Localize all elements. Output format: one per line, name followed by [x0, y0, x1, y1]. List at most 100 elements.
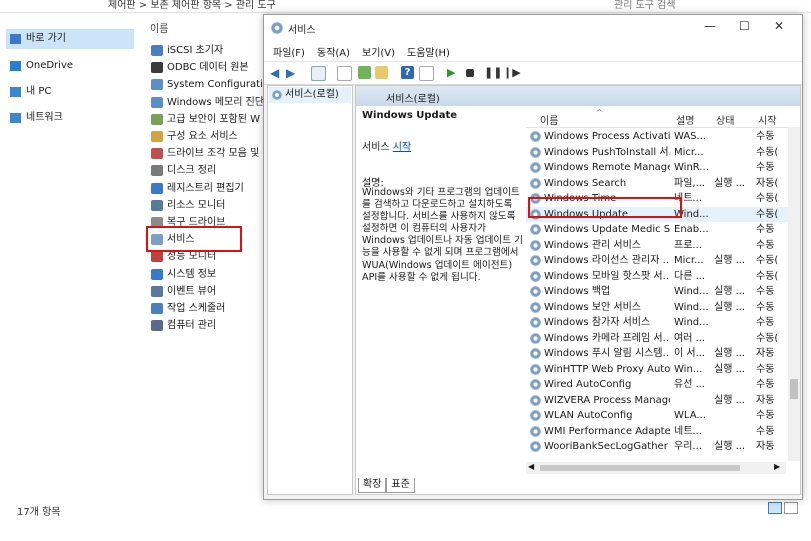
file-item[interactable]: 디스크 정리	[149, 162, 269, 179]
file-item-label: 레지스트리 편집기	[167, 182, 244, 194]
pause-service-icon[interactable]: ❚❚	[484, 66, 502, 79]
breadcrumb[interactable]: 제어판 > 보존 제어판 항목 > 관리 도구	[108, 0, 276, 11]
console-icon[interactable]	[419, 66, 434, 81]
service-status: 실행 ...	[714, 177, 746, 189]
service-name: Windows Process Activatio...	[544, 131, 670, 142]
file-item[interactable]: 구성 요소 서비스	[149, 128, 269, 145]
start-service-link[interactable]: 시작	[393, 142, 411, 153]
service-row[interactable]: Windows 보안 서비스 Wind... 실행 ... 수동	[526, 300, 788, 315]
file-item[interactable]: 레지스트리 편집기	[149, 180, 269, 197]
menu-help[interactable]: 도움말(H)	[407, 44, 450, 59]
file-item[interactable]: ODBC 데이터 원본	[149, 59, 269, 76]
help-icon[interactable]: ?	[401, 66, 414, 79]
nav-item-3[interactable]: 네트워크	[6, 108, 134, 128]
file-item[interactable]: System Configuration	[149, 76, 269, 93]
service-row[interactable]: WIZVERA Process Manager... 실행 ... 자동	[526, 393, 788, 408]
scroll-left-icon[interactable]: ◀	[528, 462, 534, 471]
maximize-icon[interactable]: ☐	[739, 19, 750, 33]
forward-icon[interactable]: ▶	[286, 66, 299, 80]
file-item[interactable]: 리소스 모니터	[149, 197, 269, 214]
export-icon[interactable]	[375, 66, 388, 79]
tree-item-services-local[interactable]: 서비스(로컬)	[269, 87, 351, 103]
service-gear-icon	[530, 410, 541, 421]
stop-service-icon[interactable]	[466, 69, 474, 77]
service-row[interactable]: Windows 라이선스 관리자 ... Micr... 실행 ... 수동(	[526, 253, 788, 268]
service-row[interactable]: Windows 모바일 핫스팟 서... 다른 ... 수동(	[526, 269, 788, 284]
column-name[interactable]: 이름	[540, 112, 558, 127]
vertical-scrollbar[interactable]	[788, 127, 800, 461]
horizontal-scrollbar[interactable]: ◀ ▶	[526, 462, 786, 474]
service-description: 파일,...	[674, 177, 706, 189]
file-item[interactable]: 작업 스케줄러	[149, 300, 269, 317]
refresh-icon[interactable]	[358, 66, 371, 79]
menu-file[interactable]: 파일(F)	[273, 44, 305, 59]
file-item[interactable]: 고급 보안이 포함된 W	[149, 111, 269, 128]
service-description: Wind...	[674, 286, 709, 297]
service-row[interactable]: WMI Performance Adapter 네트... 수동	[526, 424, 788, 439]
menu-action[interactable]: 동작(A)	[317, 44, 350, 59]
search-input[interactable]: 관리 도구 검색	[614, 0, 676, 11]
service-row[interactable]: Windows PushToInstall 서... Micr... 수동(	[526, 145, 788, 160]
file-item-label: 컴퓨터 관리	[167, 320, 217, 332]
properties-icon[interactable]	[337, 66, 352, 81]
column-description[interactable]: 설명	[676, 112, 694, 127]
service-startup-type: 수동(	[756, 208, 779, 220]
service-row[interactable]: WooriBankSecLogGather 우리... 실행 ... 자동	[526, 439, 788, 454]
service-row[interactable]: Windows Remote Manage... WinR... 수동	[526, 160, 788, 175]
service-row[interactable]: Windows 백업 Wind... 실행 ... 수동	[526, 284, 788, 299]
large-icons-view-icon[interactable]	[784, 502, 798, 514]
show-tree-icon[interactable]	[311, 66, 326, 81]
service-name: Windows 백업	[544, 286, 611, 297]
file-item[interactable]: Windows 메모리 진단	[149, 94, 269, 111]
service-row[interactable]: WLAN AutoConfig WLA... 수동	[526, 408, 788, 423]
file-item-label: 드라이브 조각 모음 및	[167, 148, 260, 160]
column-startup-type[interactable]: 시작	[758, 112, 776, 127]
vertical-scroll-thumb[interactable]	[790, 379, 798, 399]
service-name: Windows 참가자 서비스	[544, 317, 651, 328]
nav-item-label: 내 PC	[26, 86, 52, 97]
details-view-icon[interactable]	[768, 502, 782, 514]
service-description: 유선 ...	[674, 379, 706, 390]
service-gear-icon	[530, 224, 541, 235]
file-item[interactable]: 이벤트 뷰어	[149, 283, 269, 300]
shortcut-icon	[151, 165, 163, 177]
file-item[interactable]: 드라이브 조각 모음 및	[149, 145, 269, 162]
close-icon[interactable]: ✕	[774, 19, 784, 33]
menu-view[interactable]: 보기(V)	[362, 44, 395, 59]
file-item[interactable]: 컴퓨터 관리	[149, 317, 269, 334]
service-row[interactable]: Wired AutoConfig 유선 ... 수동	[526, 377, 788, 392]
tab-standard[interactable]: 표준	[386, 478, 415, 493]
minimize-icon[interactable]: —	[704, 19, 716, 33]
start-service-icon[interactable]: ▶	[447, 66, 460, 79]
file-item-label: 리소스 모니터	[167, 199, 226, 211]
nav-item-0[interactable]: 바로 가기	[6, 29, 134, 49]
service-row[interactable]: Windows 푸시 알림 시스템... 이 서... 실행 ... 자동	[526, 346, 788, 361]
view-buttons	[768, 502, 800, 517]
view-tabs: 확장 표준	[358, 478, 415, 493]
column-status[interactable]: 상태	[716, 112, 734, 127]
service-row[interactable]: Windows 참가자 서비스 Wind... 수동	[526, 315, 788, 330]
service-gear-icon	[530, 255, 541, 266]
file-item[interactable]: 시스템 정보	[149, 266, 269, 283]
service-row[interactable]: Windows Search 파일,... 실행 ... 자동(	[526, 176, 788, 191]
service-row[interactable]: Windows 카메라 프레임 서... 여러 ... 수동(	[526, 331, 788, 346]
column-header-name[interactable]: 이름	[150, 20, 168, 35]
service-startup-type: 자동	[756, 441, 775, 452]
horizontal-scroll-thumb[interactable]	[540, 465, 740, 471]
shortcut-icon	[151, 182, 163, 194]
service-row[interactable]: Windows 관리 서비스 프로... 수동	[526, 238, 788, 253]
tab-extended[interactable]: 확장	[358, 478, 387, 493]
service-row[interactable]: Windows Update Medic Se... Enab... 수동	[526, 222, 788, 237]
service-row[interactable]: WinHTTP Web Proxy Auto-... Win... 실행 ... 수동	[526, 362, 788, 377]
scroll-right-icon[interactable]: ▶	[774, 462, 780, 471]
shortcut-icon	[151, 113, 163, 125]
back-icon[interactable]: ◀	[270, 66, 283, 80]
file-item[interactable]: iSCSI 초기자	[149, 42, 269, 59]
nav-item-2[interactable]: 내 PC	[6, 82, 134, 102]
service-startup-type: 수동	[756, 379, 775, 390]
restart-service-icon[interactable]: ❙▶	[503, 66, 521, 79]
title-bar[interactable]: 서비스 — ☐ ✕	[264, 15, 802, 41]
nav-item-1[interactable]: OneDrive	[6, 56, 134, 76]
service-status: 실행 ...	[714, 441, 746, 452]
service-row[interactable]: Windows Process Activatio... WAS... 수동	[526, 129, 788, 144]
